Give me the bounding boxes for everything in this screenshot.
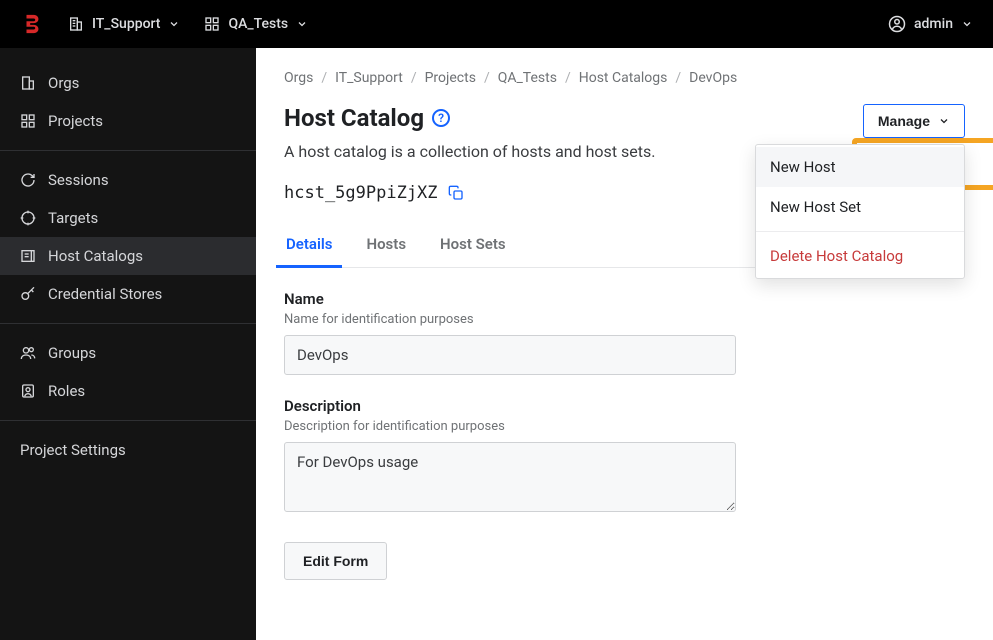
- manage-dropdown: New Host New Host Set Delete Host Catalo…: [755, 144, 965, 279]
- topbar: IT_Support QA_Tests admin: [0, 0, 993, 48]
- key-icon: [20, 286, 36, 302]
- grid-icon: [20, 113, 36, 129]
- menu-item-new-host[interactable]: New Host: [756, 147, 964, 187]
- description-input[interactable]: [284, 442, 736, 512]
- sidebar-item-label: Targets: [48, 209, 98, 227]
- field-help: Name for identification purposes: [284, 312, 736, 327]
- sidebar-item-host-catalogs[interactable]: Host Catalogs: [0, 237, 256, 275]
- sidebar-item-roles[interactable]: Roles: [0, 372, 256, 410]
- crumb-orgs[interactable]: Orgs: [284, 70, 313, 86]
- menu-item-new-host-set[interactable]: New Host Set: [756, 187, 964, 227]
- breadcrumb-sep: /: [565, 70, 571, 86]
- page-title-text: Host Catalog: [284, 104, 424, 132]
- breadcrumb-sep: /: [321, 70, 327, 86]
- edit-form-button[interactable]: Edit Form: [284, 542, 387, 580]
- sidebar-item-label: Project Settings: [20, 441, 126, 459]
- building-icon: [20, 75, 36, 91]
- field-description: Description Description for identificati…: [284, 397, 736, 516]
- breadcrumb: Orgs / IT_Support / Projects / QA_Tests / Ho…: [284, 70, 965, 86]
- sidebar-item-label: Roles: [48, 382, 85, 400]
- sidebar: Orgs Projects Sessions Targets Host Cat: [0, 48, 256, 640]
- user-menu[interactable]: admin: [888, 15, 973, 33]
- crumb-projects[interactable]: Projects: [425, 70, 476, 86]
- crumb-host-catalogs[interactable]: Host Catalogs: [579, 70, 668, 86]
- chevron-down-icon: [961, 18, 973, 30]
- manage-button[interactable]: Manage: [863, 104, 965, 138]
- chevron-down-icon: [168, 18, 180, 30]
- sidebar-item-label: Host Catalogs: [48, 247, 143, 265]
- sidebar-item-project-settings[interactable]: Project Settings: [0, 431, 256, 469]
- sidebar-item-label: Sessions: [48, 171, 109, 189]
- id-badge-icon: [20, 383, 36, 399]
- field-name: Name Name for identification purposes: [284, 290, 736, 375]
- divider: [756, 231, 964, 232]
- page-title: Host Catalog ?: [284, 104, 655, 132]
- sidebar-item-label: Projects: [48, 112, 103, 130]
- tab-details[interactable]: Details: [284, 225, 334, 267]
- crumb-project[interactable]: QA_Tests: [498, 70, 557, 86]
- sidebar-item-sessions[interactable]: Sessions: [0, 161, 256, 199]
- catalog-icon: [20, 248, 36, 264]
- sidebar-item-label: Orgs: [48, 74, 79, 92]
- app-logo[interactable]: [20, 12, 44, 36]
- field-label: Name: [284, 290, 736, 308]
- user-circle-icon: [888, 15, 906, 33]
- divider: [0, 150, 256, 151]
- org-name: IT_Support: [92, 16, 160, 32]
- crumb-current: DevOps: [689, 70, 737, 86]
- users-icon: [20, 345, 36, 361]
- name-input[interactable]: [284, 335, 736, 375]
- project-switcher[interactable]: QA_Tests: [204, 16, 308, 32]
- field-label: Description: [284, 397, 736, 415]
- sidebar-item-orgs[interactable]: Orgs: [0, 64, 256, 102]
- page-subtitle: A host catalog is a collection of hosts …: [284, 142, 655, 161]
- divider: [0, 420, 256, 421]
- menu-item-delete-host-catalog[interactable]: Delete Host Catalog: [756, 236, 964, 276]
- sidebar-item-label: Credential Stores: [48, 285, 162, 303]
- resource-id: hcst_5g9PpiZjXZ: [284, 183, 438, 203]
- field-help: Description for identification purposes: [284, 419, 736, 434]
- target-icon: [20, 210, 36, 226]
- crumb-org[interactable]: IT_Support: [335, 70, 403, 86]
- refresh-icon: [20, 172, 36, 188]
- project-name: QA_Tests: [228, 16, 288, 32]
- breadcrumb-sep: /: [675, 70, 681, 86]
- grid-icon: [204, 16, 220, 32]
- sidebar-item-label: Groups: [48, 344, 96, 362]
- sidebar-item-credential-stores[interactable]: Credential Stores: [0, 275, 256, 313]
- help-icon[interactable]: ?: [432, 109, 450, 127]
- breadcrumb-sep: /: [411, 70, 417, 86]
- tab-host-sets[interactable]: Host Sets: [438, 225, 508, 267]
- manage-button-label: Manage: [878, 113, 930, 129]
- org-switcher[interactable]: IT_Support: [68, 16, 180, 32]
- chevron-down-icon: [296, 18, 308, 30]
- copy-icon[interactable]: [448, 185, 464, 201]
- building-icon: [68, 16, 84, 32]
- main-content: Orgs / IT_Support / Projects / QA_Tests / Ho…: [256, 48, 993, 640]
- sidebar-item-groups[interactable]: Groups: [0, 334, 256, 372]
- sidebar-item-targets[interactable]: Targets: [0, 199, 256, 237]
- breadcrumb-sep: /: [484, 70, 490, 86]
- tab-hosts[interactable]: Hosts: [364, 225, 408, 267]
- chevron-down-icon: [938, 115, 950, 127]
- user-name: admin: [914, 16, 953, 32]
- sidebar-item-projects[interactable]: Projects: [0, 102, 256, 140]
- divider: [0, 323, 256, 324]
